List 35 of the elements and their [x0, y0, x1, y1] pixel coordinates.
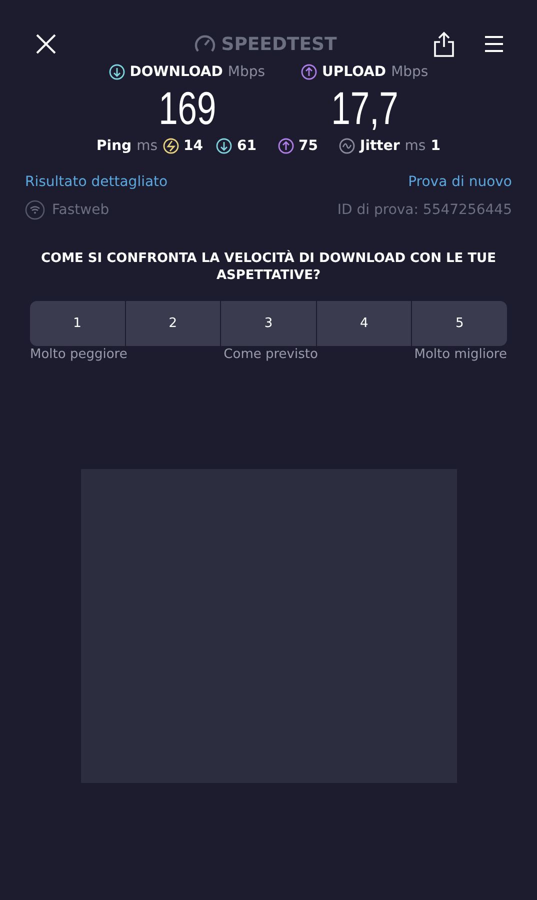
- gauge-icon: [194, 34, 216, 54]
- ping-label: Ping: [96, 138, 132, 154]
- jitter-value: 1: [430, 138, 440, 154]
- scale-label: Come previsto: [224, 347, 318, 362]
- result-label: DOWNLOAD: [130, 64, 223, 80]
- lightning-icon: [162, 138, 179, 154]
- wifi-icon: [25, 200, 45, 220]
- detailed-result-link[interactable]: Risultato dettagliato: [25, 174, 168, 190]
- share-icon[interactable]: [434, 31, 454, 57]
- jitter-label: Jitter: [360, 138, 400, 154]
- rating-option[interactable]: 3: [220, 301, 316, 346]
- unit-label: ms: [404, 138, 426, 154]
- rating-option[interactable]: 2: [124, 301, 220, 346]
- ping-value: 14: [184, 138, 204, 154]
- app-title: SPEEDTEST: [221, 34, 337, 54]
- result-value: 169: [158, 81, 216, 136]
- rating-option[interactable]: 4: [316, 301, 412, 346]
- unit-label: ms: [136, 138, 158, 154]
- ping-value: 61: [237, 138, 256, 154]
- ping-value: 75: [298, 138, 318, 154]
- rating-option[interactable]: 1: [30, 301, 125, 346]
- result-value: 17,7: [331, 81, 398, 136]
- wave-icon: [338, 138, 355, 154]
- menu-icon[interactable]: [484, 35, 504, 53]
- retry-link[interactable]: Prova di nuovo: [408, 174, 512, 190]
- test-id: ID di prova: 5547256445: [337, 202, 512, 218]
- scale-label: Molto migliore: [414, 347, 507, 362]
- unit-label: Mbps: [228, 64, 266, 80]
- survey-question: COME SI CONFRONTA LA VELOCITÀ DI DOWNLOAD CON LE TUE ASPETTATIVE?: [40, 250, 497, 284]
- provider-name: Fastweb: [52, 202, 110, 218]
- result-label: UPLOAD: [322, 64, 386, 80]
- unit-label: Mbps: [391, 64, 428, 80]
- rating-option[interactable]: 5: [411, 301, 507, 346]
- close-icon[interactable]: [35, 33, 57, 55]
- scale-label: Molto peggiore: [30, 347, 128, 362]
